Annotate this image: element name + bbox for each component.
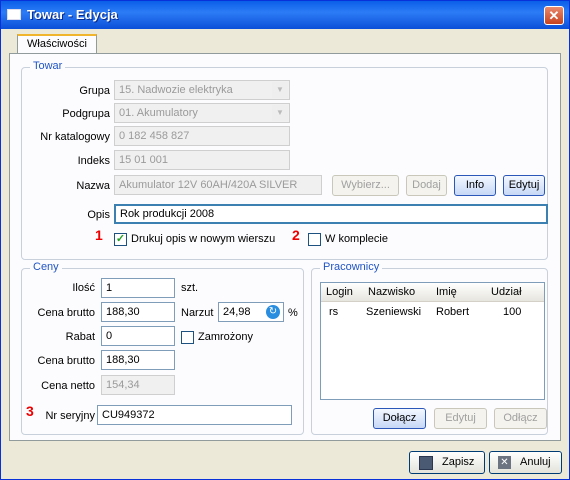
col-login[interactable]: Login xyxy=(326,286,353,298)
towar-legend: Towar xyxy=(30,60,66,72)
nazwa-label: Nazwa xyxy=(76,180,110,192)
dolacz-button[interactable]: Dołącz xyxy=(373,408,426,429)
edytuj-pracownik-button[interactable]: Edytuj xyxy=(434,408,487,429)
refresh-icon[interactable]: ↻ xyxy=(266,305,280,319)
ilosc-label: Ilość xyxy=(72,282,95,294)
info-button[interactable]: Info xyxy=(454,175,496,196)
title-bar[interactable]: Towar - Edycja ✕ xyxy=(1,1,569,29)
zamrozony-label: Zamrożony xyxy=(198,331,254,343)
indeks-label: Indeks xyxy=(77,155,110,167)
cena-brutto-field[interactable]: 188,30 xyxy=(101,302,175,322)
grupa-value: 15. Nadwozie elektryka xyxy=(119,84,233,96)
nazwa-field[interactable]: Akumulator 12V 60AH/420A SILVER xyxy=(114,175,322,195)
anuluj-button[interactable]: ✕ Anuluj xyxy=(489,451,562,474)
grupa-select[interactable]: 15. Nadwozie elektryka ▼ xyxy=(114,80,290,100)
marker-2: 2 xyxy=(292,227,300,243)
komplet-label: W komplecie xyxy=(325,233,388,245)
ilosc-unit: szt. xyxy=(181,282,199,294)
grupa-label: Grupa xyxy=(79,85,110,97)
chevron-down-icon[interactable]: ▼ xyxy=(272,82,288,98)
chevron-down-icon[interactable]: ▼ xyxy=(272,105,288,121)
marker-3: 3 xyxy=(26,403,34,419)
zapisz-label: Zapisz xyxy=(442,456,475,468)
cell-login: rs xyxy=(329,306,339,318)
zapisz-button[interactable]: Zapisz xyxy=(409,451,485,474)
pracownicy-table[interactable]: Login Nazwisko Imię Udział rs Szeniewski… xyxy=(320,282,545,400)
ceny-legend: Ceny xyxy=(30,261,62,273)
nr-seryjny-label: Nr seryjny xyxy=(45,410,95,422)
edytuj-button[interactable]: Edytuj xyxy=(503,175,545,196)
narzut-label: Narzut xyxy=(181,307,214,319)
cena-brutto2-label: Cena brutto xyxy=(37,355,95,367)
odlacz-button[interactable]: Odłącz xyxy=(494,408,547,429)
narzut-value: 24,98 xyxy=(223,306,251,318)
zamrozony-checkbox[interactable] xyxy=(181,331,194,344)
podgrupa-value: 01. Akumulatory xyxy=(119,107,198,119)
opis-field[interactable]: Rok produkcji 2008 xyxy=(114,204,548,224)
tab-wlasciwosci[interactable]: Właściwości xyxy=(17,34,97,54)
cena-netto-label: Cena netto xyxy=(41,380,95,392)
cena-brutto2-field[interactable]: 188,30 xyxy=(101,350,175,370)
cell-nazwisko: Szeniewski xyxy=(366,306,422,318)
rabat-label: Rabat xyxy=(65,331,95,343)
dodaj-button[interactable]: Dodaj xyxy=(406,175,447,196)
col-udzial[interactable]: Udział xyxy=(491,286,522,298)
rabat-field[interactable]: 0 xyxy=(101,326,175,346)
marker-1: 1 xyxy=(95,227,103,243)
window-title: Towar - Edycja xyxy=(27,7,118,22)
floppy-icon xyxy=(419,456,433,470)
cena-brutto-label: Cena brutto xyxy=(37,307,95,319)
nr-katalogowy-field[interactable]: 0 182 458 827 xyxy=(114,126,290,146)
ilosc-field[interactable]: 1 xyxy=(101,278,175,298)
podgrupa-label: Podgrupa xyxy=(62,108,110,120)
nr-seryjny-field[interactable]: CU949372 xyxy=(97,405,292,425)
narzut-field[interactable]: 24,98 ↻ xyxy=(218,302,284,322)
cell-udzial: 100 xyxy=(503,306,522,318)
col-imie[interactable]: Imię xyxy=(436,286,457,298)
cancel-icon: ✕ xyxy=(498,456,511,469)
indeks-field[interactable]: 15 01 001 xyxy=(114,150,290,170)
wybierz-button[interactable]: Wybierz... xyxy=(332,175,399,196)
window-icon xyxy=(7,9,21,20)
drukuj-checkbox[interactable]: ✓ xyxy=(114,233,127,246)
tab-panel: Towar Grupa 15. Nadwozie elektryka ▼ Pod… xyxy=(9,53,561,441)
table-header: Login Nazwisko Imię Udział xyxy=(321,283,544,302)
komplet-checkbox[interactable] xyxy=(308,233,321,246)
nr-katalogowy-label: Nr katalogowy xyxy=(40,131,110,143)
close-button[interactable]: ✕ xyxy=(544,6,564,25)
cell-imie: Robert xyxy=(436,306,470,318)
podgrupa-select[interactable]: 01. Akumulatory ▼ xyxy=(114,103,290,123)
drukuj-label: Drukuj opis w nowym wierszu xyxy=(131,233,276,245)
anuluj-label: Anuluj xyxy=(520,456,551,468)
pracownicy-legend: Pracownicy xyxy=(320,261,383,273)
cena-netto-field[interactable]: 154,34 xyxy=(101,375,175,395)
col-nazwisko[interactable]: Nazwisko xyxy=(368,286,415,298)
opis-label: Opis xyxy=(87,209,110,221)
dialog-window: Towar - Edycja ✕ Właściwości Towar Grupa… xyxy=(0,0,570,480)
narzut-unit: % xyxy=(288,307,298,319)
